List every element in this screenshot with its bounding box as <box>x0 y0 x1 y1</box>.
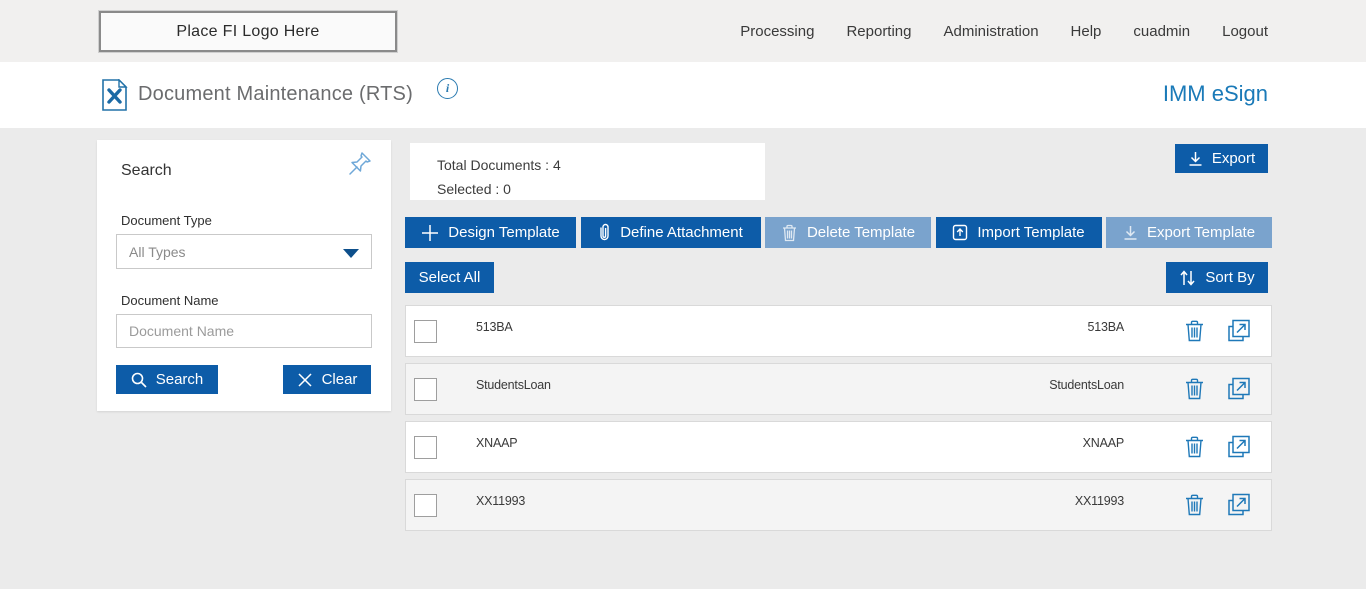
document-list: 513BA 513BA StudentsLoan <box>405 305 1272 537</box>
document-type-label: Document Type <box>121 213 212 228</box>
export-button[interactable]: Export <box>1175 144 1268 173</box>
nav-processing[interactable]: Processing <box>740 23 814 40</box>
row-checkbox[interactable] <box>414 494 437 517</box>
pin-icon[interactable] <box>347 150 373 181</box>
trash-icon <box>1184 436 1205 459</box>
clear-button[interactable]: Clear <box>283 365 371 394</box>
search-panel-title: Search <box>121 162 172 180</box>
download-icon <box>1188 151 1203 167</box>
nav-administration[interactable]: Administration <box>944 23 1039 40</box>
design-template-button[interactable]: Design Template <box>405 217 576 248</box>
define-attachment-button[interactable]: Define Attachment <box>581 217 761 248</box>
file-upload-icon <box>952 224 968 241</box>
plus-icon <box>421 224 439 242</box>
document-name: XNAAP <box>476 436 517 450</box>
document-type-select[interactable]: All Types <box>116 234 372 269</box>
sort-by-button[interactable]: Sort By <box>1166 262 1268 293</box>
table-row: StudentsLoan StudentsLoan <box>405 363 1272 415</box>
download-icon <box>1123 225 1138 241</box>
chevron-down-icon <box>343 249 359 258</box>
select-all-button[interactable]: Select All <box>405 262 494 293</box>
document-template-name: XNAAP <box>1083 436 1124 450</box>
document-name-label: Document Name <box>121 293 219 308</box>
external-link-icon <box>1226 493 1251 518</box>
delete-row-icon[interactable] <box>1184 436 1205 459</box>
open-template-icon[interactable] <box>1226 377 1251 402</box>
row-checkbox[interactable] <box>414 378 437 401</box>
trash-icon <box>1184 320 1205 343</box>
nav-help[interactable]: Help <box>1071 23 1102 40</box>
search-icon <box>131 372 147 388</box>
top-bar: Place FI Logo Here Processing Reporting … <box>0 0 1366 62</box>
sort-arrows-icon <box>1179 269 1196 287</box>
document-template-name: StudentsLoan <box>1049 378 1124 392</box>
document-name: StudentsLoan <box>476 378 551 392</box>
document-maintenance-page: Place FI Logo Here Processing Reporting … <box>0 0 1366 589</box>
page-header: Document Maintenance (RTS) i IMM eSign <box>0 62 1366 128</box>
table-row: XNAAP XNAAP <box>405 421 1272 473</box>
table-row: 513BA 513BA <box>405 305 1272 357</box>
nav-logout[interactable]: Logout <box>1222 23 1268 40</box>
nav-reporting[interactable]: Reporting <box>846 23 911 40</box>
document-template-name: 513BA <box>1087 320 1124 334</box>
document-type-value: All Types <box>129 244 186 260</box>
trash-icon <box>781 224 798 242</box>
document-name-input[interactable] <box>116 314 372 348</box>
delete-row-icon[interactable] <box>1184 320 1205 343</box>
selected-count-text: Selected : 0 <box>437 177 765 201</box>
content-area: Search Document Type All Types Document … <box>0 128 1366 589</box>
row-checkbox[interactable] <box>414 436 437 459</box>
nav-user-cuadmin[interactable]: cuadmin <box>1133 23 1190 40</box>
paperclip-icon <box>598 223 611 242</box>
brand-logo: IMM eSign <box>1163 81 1268 107</box>
close-icon <box>297 372 313 388</box>
search-panel: Search Document Type All Types Document … <box>97 140 391 411</box>
document-tools-icon <box>101 79 128 116</box>
delete-template-button[interactable]: Delete Template <box>765 217 931 248</box>
summary-box: Total Documents : 4 Selected : 0 <box>410 143 765 200</box>
trash-icon <box>1184 494 1205 517</box>
external-link-icon <box>1226 435 1251 460</box>
page-title: Document Maintenance (RTS) <box>138 83 413 106</box>
document-name: 513BA <box>476 320 513 334</box>
main-nav: Processing Reporting Administration Help… <box>740 0 1268 62</box>
document-name: XX11993 <box>476 494 525 508</box>
open-template-icon[interactable] <box>1226 493 1251 518</box>
template-toolbar: Design Template Define Attachment Delete… <box>405 217 1272 248</box>
delete-row-icon[interactable] <box>1184 378 1205 401</box>
document-template-name: XX11993 <box>1075 494 1124 508</box>
table-row: XX11993 XX11993 <box>405 479 1272 531</box>
total-documents-text: Total Documents : 4 <box>437 153 765 177</box>
trash-icon <box>1184 378 1205 401</box>
open-template-icon[interactable] <box>1226 435 1251 460</box>
row-checkbox[interactable] <box>414 320 437 343</box>
fi-logo-placeholder: Place FI Logo Here <box>99 11 397 52</box>
search-button[interactable]: Search <box>116 365 218 394</box>
delete-row-icon[interactable] <box>1184 494 1205 517</box>
export-template-button[interactable]: Export Template <box>1106 217 1272 248</box>
info-icon[interactable]: i <box>437 78 458 99</box>
import-template-button[interactable]: Import Template <box>936 217 1102 248</box>
open-template-icon[interactable] <box>1226 319 1251 344</box>
external-link-icon <box>1226 377 1251 402</box>
external-link-icon <box>1226 319 1251 344</box>
